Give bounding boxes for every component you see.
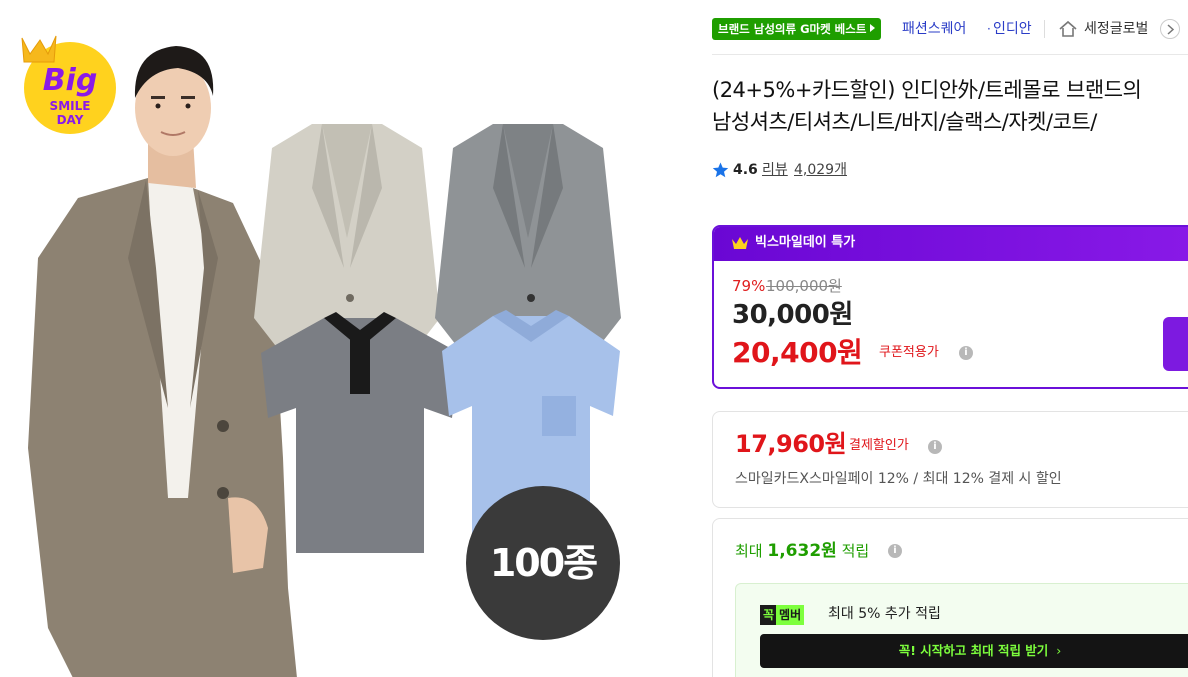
shop-name: 세정글로벌 — [1084, 21, 1149, 37]
points-info-icon[interactable]: i — [888, 544, 902, 558]
promo-header: 빅스마일데이 특가 — [714, 227, 1188, 261]
product-main-image: Big SMILE DAY 100종 — [0, 0, 690, 677]
member-join-label: 꼭! 시작하고 최대 적립 받기 — [898, 643, 1049, 658]
chevron-right-icon — [1167, 24, 1175, 35]
badge-smile-text: SMILE — [50, 99, 91, 113]
member-logo-part-1: 꼭 — [760, 605, 778, 625]
payment-discount-label: 결제할인가 — [849, 438, 909, 453]
member-logo: 꼭 멤버 — [760, 604, 805, 625]
product-count-badge: 100종 — [466, 486, 620, 640]
member-description: 최대 5% 추가 적립 — [828, 606, 941, 622]
member-promo-box: 꼭 멤버 최대 5% 추가 적립 꼭! 시작하고 최대 적립 받기 › — [735, 583, 1188, 677]
member-logo-part-2: 멤버 — [776, 605, 805, 625]
sale-price: 30,000원 — [732, 300, 853, 330]
home-icon — [1059, 20, 1077, 37]
coupon-info-icon[interactable]: i — [959, 346, 973, 360]
brand-link-secondary[interactable]: 인디안 — [993, 20, 1032, 38]
header-bar: 브랜드 남성의류 G마켓 베스트 패션스퀘어 · 인디안 세정글로벌 — [712, 16, 1188, 44]
points-amount: 1,632원 — [767, 541, 837, 561]
brand-link-primary[interactable]: 패션스퀘어 — [902, 20, 966, 38]
product-title-line-2: 남성셔츠/티셔츠/니트/바지/슬랙스/자켓/코트/ — [712, 110, 1097, 134]
points-summary: 최대 1,632원 적립 — [735, 539, 869, 563]
header-divider — [1044, 20, 1045, 38]
coupon-price: 20,400원 — [732, 336, 863, 369]
review-label-link[interactable]: 리뷰 — [762, 159, 788, 181]
product-count-label: 100종 — [489, 541, 598, 585]
big-smile-day-badge: Big SMILE DAY — [21, 35, 116, 134]
crown-icon — [732, 237, 748, 249]
discount-rate: 79% — [732, 277, 766, 295]
brand-separator-dot: · — [987, 22, 991, 36]
rating-value: 4.6 — [733, 162, 758, 178]
payment-discount-description: 스마일카드X스마일페이 12% / 최대 12% 결제 시 할인 — [735, 471, 1062, 487]
best-ranking-tag[interactable]: 브랜드 남성의류 G마켓 베스트 — [712, 18, 882, 40]
badge-big-text: Big — [43, 63, 98, 98]
coupon-price-label: 쿠폰적용가 — [879, 345, 939, 360]
payment-discount-box: 17,960원 결제할인가 i 스마일카드X스마일페이 12% / 최대 12%… — [712, 411, 1188, 508]
original-price: 100,000원 — [766, 277, 842, 295]
chevron-right-icon: › — [1056, 643, 1062, 658]
badge-day-text: DAY — [57, 113, 84, 127]
coupon-download-button[interactable] — [1163, 317, 1188, 371]
best-tag-arrow-icon — [870, 24, 876, 32]
payment-info-icon[interactable]: i — [928, 440, 942, 454]
product-title-line-1: (24+5%+카드할인) 인디안外/트레몰로 브랜드의 — [712, 78, 1142, 102]
member-join-button[interactable]: 꼭! 시작하고 최대 적립 받기 › — [760, 634, 1188, 668]
promo-price-box: 빅스마일데이 특가 79% 100,000원 30,000원 20,400원 쿠… — [712, 225, 1188, 389]
points-box: 최대 1,632원 적립 i 꼭 멤버 최대 5% 추가 적립 꼭! 시작하고 최… — [712, 518, 1188, 677]
review-count-link[interactable]: 4,029개 — [794, 159, 847, 181]
star-icon — [712, 162, 729, 178]
points-prefix: 최대 — [735, 542, 763, 560]
product-title: (24+5%+카드할인) 인디안外/트레몰로 브랜드의 남성셔츠/티셔츠/니트/… — [712, 74, 1188, 138]
points-suffix: 적립 — [841, 542, 870, 560]
header-divider-line — [712, 54, 1188, 55]
shop-arrow-button[interactable] — [1160, 19, 1180, 39]
payment-discount-price: 17,960원 — [735, 430, 847, 458]
best-tag-label: 브랜드 남성의류 G마켓 베스트 — [718, 22, 867, 36]
product-info-panel: 브랜드 남성의류 G마켓 베스트 패션스퀘어 · 인디안 세정글로벌 (24+5… — [712, 0, 1188, 677]
polo-shirt-striped-image — [261, 312, 459, 553]
promo-title: 빅스마일데이 특가 — [755, 235, 856, 250]
